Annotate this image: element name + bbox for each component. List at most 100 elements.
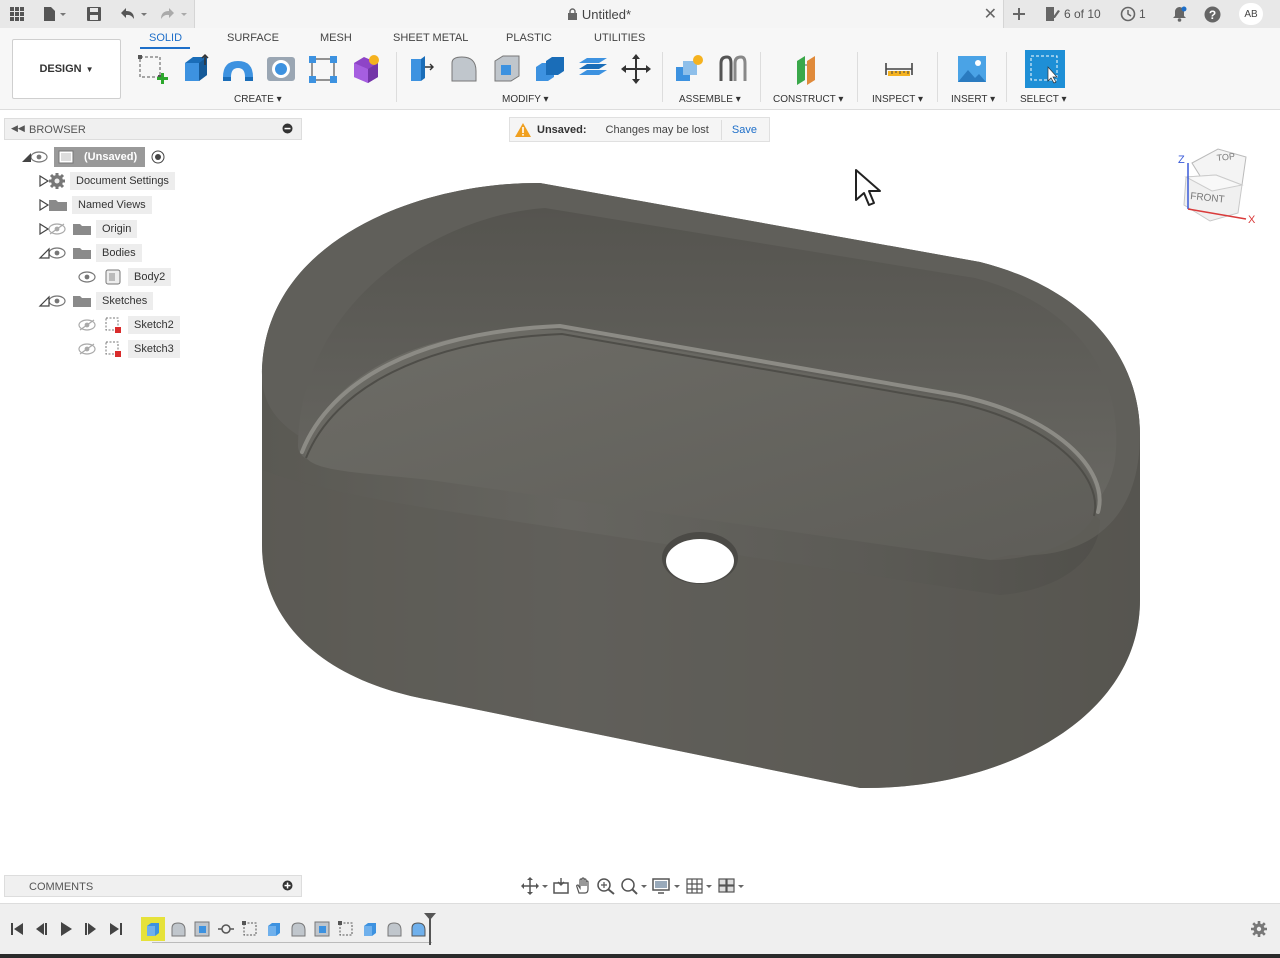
move-copy-icon[interactable] [619, 52, 653, 86]
user-avatar[interactable]: AB [1239, 3, 1263, 25]
app-grid-icon[interactable] [6, 4, 28, 24]
tree-item-sketches[interactable]: Sketches [38, 290, 154, 312]
tab-sheet-metal[interactable]: SHEET METAL [393, 32, 468, 44]
step-back-icon[interactable] [33, 921, 49, 937]
notifications-bell-icon[interactable] [1170, 4, 1188, 24]
tab-utilities[interactable]: UTILITIES [594, 32, 645, 44]
collapse-icon[interactable] [38, 295, 50, 307]
step-forward-icon[interactable] [83, 921, 99, 937]
new-tab-icon[interactable] [1008, 4, 1030, 24]
timeline-joint-icon[interactable] [217, 920, 235, 938]
timeline-fillet-icon[interactable] [169, 920, 187, 938]
tab-solid[interactable]: SOLID [149, 32, 182, 44]
tree-item-body2[interactable]: Body2 [78, 266, 172, 288]
pan-hand-icon[interactable] [574, 876, 592, 898]
collapse-panel-icon[interactable]: ◀◀ [11, 123, 25, 134]
look-at-icon[interactable] [552, 877, 570, 898]
tree-item-named-views[interactable]: Named Views [38, 194, 152, 216]
pattern-icon[interactable] [306, 52, 340, 86]
grid-settings-icon[interactable] [686, 877, 714, 898]
model-body2[interactable] [0, 111, 1280, 901]
eye-icon[interactable] [48, 247, 66, 259]
tree-item-origin[interactable]: Origin [38, 218, 138, 240]
hole-icon[interactable] [264, 52, 298, 86]
timeline-shell-icon[interactable] [313, 920, 331, 938]
extrude-icon[interactable] [178, 52, 212, 86]
eye-icon[interactable] [30, 151, 48, 163]
offset-face-icon[interactable] [576, 52, 610, 86]
offset-plane-icon[interactable] [792, 52, 826, 86]
tree-item-bodies[interactable]: Bodies [38, 242, 142, 264]
timeline-extrude-icon[interactable] [361, 920, 379, 938]
create-sketch-icon[interactable] [136, 52, 170, 86]
eye-icon[interactable] [78, 271, 96, 283]
play-icon[interactable] [58, 921, 74, 937]
assemble-menu[interactable]: ASSEMBLE ▾ [679, 94, 741, 105]
collapse-icon[interactable] [20, 151, 32, 163]
timeline-extrude-icon[interactable] [144, 920, 162, 938]
select-menu[interactable]: SELECT ▾ [1020, 94, 1067, 105]
minimize-panel-icon[interactable] [282, 123, 293, 137]
view-cube-top[interactable]: TOP [1216, 151, 1235, 163]
revolve-icon[interactable] [221, 52, 255, 86]
tab-mesh[interactable]: MESH [320, 32, 352, 44]
new-component-icon[interactable] [672, 52, 706, 86]
display-settings-icon[interactable] [652, 877, 682, 898]
redo-icon[interactable] [156, 4, 190, 24]
orbit-icon[interactable] [520, 876, 548, 898]
go-to-end-icon[interactable] [108, 921, 124, 937]
tree-item-document-settings[interactable]: Document Settings [38, 170, 175, 192]
expand-icon[interactable] [38, 199, 50, 211]
tab-plastic[interactable]: PLASTIC [506, 32, 552, 44]
timeline-sketch-icon[interactable] [241, 920, 259, 938]
timeline-sketch-icon[interactable] [337, 920, 355, 938]
fillet-icon[interactable] [447, 52, 481, 86]
activate-radio-icon[interactable] [151, 150, 165, 164]
job-status-button[interactable]: 6 of 10 [1044, 4, 1104, 24]
workspace-switcher-button[interactable]: DESIGN ▼ [12, 39, 121, 99]
expand-icon[interactable] [38, 223, 50, 235]
help-icon[interactable]: ? [1202, 4, 1222, 24]
construct-menu[interactable]: CONSTRUCT ▾ [773, 94, 843, 105]
eye-hidden-icon[interactable] [48, 223, 66, 235]
close-tab-icon[interactable]: ✕ [984, 4, 997, 24]
zoom-icon[interactable] [596, 877, 616, 898]
insert-image-icon[interactable] [955, 52, 989, 86]
file-menu-icon[interactable] [38, 4, 70, 24]
save-icon[interactable] [84, 4, 104, 24]
timeline-marker[interactable] [423, 912, 437, 946]
timeline-extrude-icon[interactable] [265, 920, 283, 938]
tree-item-sketch3[interactable]: Sketch3 [78, 338, 180, 360]
timeline-shell-icon[interactable] [193, 920, 211, 938]
tab-surface[interactable]: SURFACE [227, 32, 279, 44]
comments-panel-header[interactable]: COMMENTS [4, 875, 302, 897]
expand-icon[interactable] [38, 175, 50, 187]
save-link[interactable]: Save [732, 124, 757, 136]
undo-icon[interactable] [116, 4, 150, 24]
add-comment-icon[interactable] [282, 880, 293, 894]
tree-item-sketch2[interactable]: Sketch2 [78, 314, 180, 336]
timeline-settings-gear-icon[interactable] [1250, 920, 1268, 938]
timeline-fillet-icon[interactable] [289, 920, 307, 938]
view-cube[interactable]: TOP FRONT Z X [1170, 141, 1260, 241]
combine-icon[interactable] [533, 52, 567, 86]
history-button[interactable]: 1 [1120, 4, 1150, 24]
measure-icon[interactable] [882, 52, 916, 86]
go-to-start-icon[interactable] [9, 921, 25, 937]
viewports-icon[interactable] [718, 877, 746, 898]
joint-icon[interactable] [716, 52, 750, 86]
canvas-viewport[interactable]: TOP FRONT Z X [0, 111, 1280, 901]
insert-menu[interactable]: INSERT ▾ [951, 94, 995, 105]
modify-menu[interactable]: MODIFY ▾ [502, 94, 549, 105]
collapse-icon[interactable] [38, 247, 50, 259]
document-tab[interactable]: Untitled* ✕ [194, 0, 1004, 28]
eye-icon[interactable] [48, 295, 66, 307]
inspect-menu[interactable]: INSPECT ▾ [872, 94, 923, 105]
shell-icon[interactable] [490, 52, 524, 86]
select-tool-icon[interactable] [1025, 50, 1065, 88]
create-form-icon[interactable] [349, 52, 383, 86]
root-component[interactable]: (Unsaved) [54, 147, 146, 167]
fit-view-icon[interactable] [620, 877, 648, 898]
browser-panel-header[interactable]: ◀◀ BROWSER [4, 118, 302, 140]
create-menu[interactable]: CREATE ▾ [234, 94, 282, 105]
